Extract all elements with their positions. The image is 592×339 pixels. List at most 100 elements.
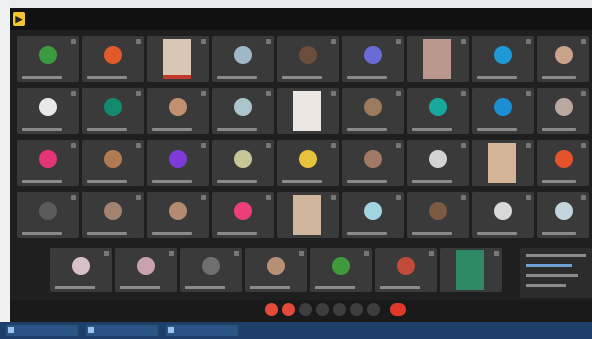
participant-name (282, 180, 322, 183)
participant-tile[interactable] (537, 36, 589, 82)
mic-icon (461, 39, 466, 44)
avatar (299, 46, 317, 64)
participant-tile[interactable] (212, 192, 274, 238)
mic-icon (581, 39, 586, 44)
mic-icon (201, 91, 206, 96)
avatar (39, 98, 57, 116)
participant-tile[interactable] (212, 140, 274, 186)
participant-tile[interactable] (407, 88, 469, 134)
mic-icon (104, 251, 109, 256)
participant-tile[interactable] (277, 88, 339, 134)
participant-tile[interactable] (82, 36, 144, 82)
participant-tile[interactable] (147, 88, 209, 134)
participant-photo (423, 39, 451, 79)
participant-tile[interactable] (472, 88, 534, 134)
participant-photo (293, 91, 321, 131)
participant-tile[interactable] (407, 36, 469, 82)
avatar (429, 150, 447, 168)
participant-tile[interactable] (342, 192, 404, 238)
participants-side-panel[interactable] (520, 248, 592, 298)
mic-icon (526, 39, 531, 44)
avatar (137, 257, 155, 275)
window-icon (8, 327, 14, 333)
participant-name (412, 232, 452, 235)
title-bar: ▶ (10, 8, 592, 30)
participant-name (22, 232, 62, 235)
participant-tile[interactable] (440, 248, 502, 292)
participant-tile[interactable] (212, 36, 274, 82)
participant-tile[interactable] (147, 36, 209, 82)
avatar (364, 202, 382, 220)
participant-tile[interactable] (277, 140, 339, 186)
participant-name (87, 232, 127, 235)
avatar (169, 202, 187, 220)
participant-tile[interactable] (82, 140, 144, 186)
side-panel-line (526, 284, 566, 287)
participant-tile[interactable] (342, 36, 404, 82)
mic-icon (169, 251, 174, 256)
avatar (397, 257, 415, 275)
avatar (104, 150, 122, 168)
participant-tile[interactable] (407, 192, 469, 238)
participant-tile[interactable] (82, 88, 144, 134)
participant-name (87, 76, 127, 79)
participant-tile[interactable] (17, 192, 79, 238)
participant-name (217, 76, 257, 79)
participant-tile[interactable] (245, 248, 307, 292)
participant-tile[interactable] (82, 192, 144, 238)
participant-tile[interactable] (407, 140, 469, 186)
participant-tile[interactable] (17, 88, 79, 134)
reactions-button[interactable] (333, 303, 346, 316)
taskbar-item[interactable] (166, 325, 238, 336)
mic-icon (581, 195, 586, 200)
share-screen-button[interactable] (299, 303, 312, 316)
camera-toggle-button[interactable] (282, 303, 295, 316)
participant-tile[interactable] (147, 140, 209, 186)
participant-tile[interactable] (277, 36, 339, 82)
participant-tile[interactable] (472, 192, 534, 238)
participant-name (152, 232, 192, 235)
participant-tile[interactable] (180, 248, 242, 292)
participant-tile[interactable] (50, 248, 112, 292)
taskbar-item[interactable] (6, 325, 78, 336)
participant-tile[interactable] (342, 140, 404, 186)
more-options-button[interactable] (367, 303, 380, 316)
mic-icon (364, 251, 369, 256)
participant-name (217, 128, 257, 131)
captions-button[interactable] (350, 303, 363, 316)
participant-tile[interactable] (342, 88, 404, 134)
participant-name (347, 76, 387, 79)
participant-tile[interactable] (375, 248, 437, 292)
participant-tile[interactable] (310, 248, 372, 292)
participant-tile[interactable] (147, 192, 209, 238)
mic-icon (299, 251, 304, 256)
participant-name (282, 76, 322, 79)
mic-icon (429, 251, 434, 256)
participant-tile[interactable] (115, 248, 177, 292)
participant-name (22, 128, 62, 131)
participant-tile[interactable] (277, 192, 339, 238)
mic-icon (266, 143, 271, 148)
taskbar-item[interactable] (86, 325, 158, 336)
participant-tile[interactable] (537, 140, 589, 186)
participant-tile[interactable] (472, 140, 534, 186)
avatar (555, 46, 573, 64)
participant-name (87, 180, 127, 183)
raise-hand-button[interactable] (316, 303, 329, 316)
end-call-button[interactable] (390, 303, 406, 316)
participant-tile[interactable] (212, 88, 274, 134)
mic-icon (581, 91, 586, 96)
participant-name (55, 286, 95, 289)
participant-tile[interactable] (472, 36, 534, 82)
mic-icon (136, 91, 141, 96)
participant-tile[interactable] (537, 192, 589, 238)
participant-tile[interactable] (537, 88, 589, 134)
participant-name (380, 286, 420, 289)
avatar (364, 46, 382, 64)
participant-tile[interactable] (17, 140, 79, 186)
participant-tile[interactable] (17, 36, 79, 82)
meeting-window: ▶ (10, 8, 592, 322)
participant-photo (456, 250, 484, 290)
avatar (104, 98, 122, 116)
mic-toggle-button[interactable] (265, 303, 278, 316)
